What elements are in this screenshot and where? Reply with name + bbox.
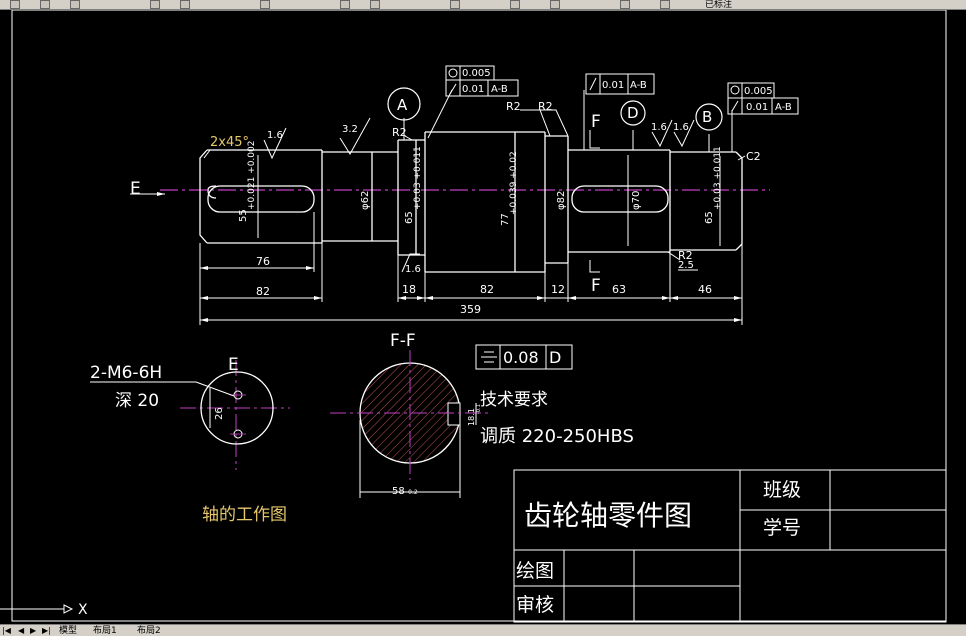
dim-text: 359 (460, 303, 481, 316)
dim-text: 82 (256, 285, 270, 298)
gdt-symmetry-value: 0.08 (503, 348, 539, 367)
zoom-icon[interactable] (370, 0, 380, 9)
tech-req-hardness: 调质 220-250HBS (480, 426, 634, 447)
copy-icon[interactable] (180, 0, 190, 9)
drawing-title: 齿轮轴零件图 (524, 499, 692, 532)
drawing-canvas[interactable]: A D B 1.6 3.2 1.6 1.6 1.6 2x45° R2 R2 R2… (0, 9, 966, 623)
radius-label: R2 (392, 126, 407, 139)
table-class: 班级 (763, 479, 801, 501)
view-e-label: E (130, 179, 141, 199)
gdt-tolerance: 0.005 (744, 86, 773, 97)
dim-tolerance: +0.021 +0.002 (247, 141, 257, 210)
chamfer-c2-label: C2 (746, 150, 761, 163)
gdt-datum-ref: A-B (491, 84, 508, 95)
roughness-label: 1.6 (267, 130, 283, 141)
work-drawing-caption: 轴的工作图 (202, 505, 287, 525)
dim-text: 55 (238, 209, 249, 222)
gdt-datum-ref: A-B (775, 102, 792, 113)
dim-text: φ82 (556, 191, 567, 210)
ucs-icon (0, 604, 74, 614)
dim-text: 76 (256, 255, 270, 268)
datum-a: A (397, 96, 408, 114)
open-file-icon[interactable] (40, 0, 50, 9)
layer-icon[interactable] (620, 0, 630, 9)
roughness-label: 3.2 (342, 124, 358, 135)
dim-tolerance: -0.2 (406, 489, 418, 496)
roughness-label: 1.6 (651, 122, 667, 133)
dim-text: 46 (698, 283, 712, 296)
dim-tolerance: +0.039 +0.02 (509, 151, 519, 215)
gdt-datum-ref: A-B (630, 80, 647, 91)
radius-label: R2 (538, 100, 553, 113)
gdt-symmetry-datum: D (549, 348, 561, 367)
roughness-symbols (263, 117, 695, 273)
section-view-ff: 58 -0.2 18.1 -0.1 F-F 0.08 D (330, 331, 573, 498)
dim-text: 12 (551, 283, 565, 296)
section-title: F-F (390, 331, 416, 351)
gdt-tolerance: 0.005 (462, 68, 491, 79)
properties-icon[interactable] (510, 0, 520, 9)
dim-text: 58 (392, 486, 405, 497)
table-student-no: 学号 (763, 517, 801, 539)
drawing-svg: A D B 1.6 3.2 1.6 1.6 1.6 2x45° R2 R2 R2… (0, 9, 947, 623)
dim-text: 82 (480, 283, 494, 296)
table-checked: 审核 (516, 594, 554, 616)
thread-note: 2-M6-6H (90, 363, 162, 383)
new-file-icon[interactable] (10, 0, 20, 9)
dim-text: 65 (704, 211, 715, 224)
dim-text: 63 (612, 283, 626, 296)
gdt-tolerance: 0.01 (602, 80, 624, 91)
dim-text: 18.1 (467, 408, 476, 426)
dim-text: 18 (402, 283, 416, 296)
layer-name-label[interactable]: 已标注 (705, 0, 732, 9)
gdt-tolerance: 0.01 (462, 84, 484, 95)
ucs-axis-label: X (78, 602, 88, 618)
dim-text: 65 (404, 211, 415, 224)
dim-tolerance: +0.03 +0.011 (713, 146, 723, 210)
thread-depth: 深 20 (115, 391, 159, 411)
datum-b: B (702, 108, 712, 126)
section-f-label: F (591, 112, 601, 132)
table-drawn: 绘图 (516, 560, 554, 582)
dim-text: 2.5 (678, 260, 694, 271)
dim-text: φ70 (631, 191, 642, 210)
dim-text: φ62 (360, 191, 371, 210)
dim-text: 26 (214, 407, 225, 420)
text-style-icon[interactable] (450, 0, 460, 9)
gdt-tolerance: 0.01 (746, 102, 768, 113)
toolbar: 已标注 (0, 0, 966, 10)
cut-icon[interactable] (150, 0, 160, 9)
title-block (513, 469, 947, 623)
view-e-title: E (228, 355, 239, 375)
layer-state-icon[interactable] (660, 0, 670, 9)
pan-icon[interactable] (340, 0, 350, 9)
section-f-label: F (591, 276, 601, 296)
roughness-label: 1.6 (405, 264, 421, 275)
tech-req-title: 技术要求 (480, 390, 548, 410)
roughness-label: 1.6 (673, 122, 689, 133)
radius-label: R2 (506, 100, 521, 113)
calculator-icon[interactable] (550, 0, 560, 9)
dim-tolerance: +0.03 +0.011 (413, 146, 423, 210)
save-icon[interactable] (70, 0, 80, 9)
model-tab-bar: |◀ ◀ ▶ ▶| 模型 布局1 布局2 (0, 624, 966, 636)
undo-icon[interactable] (260, 0, 270, 9)
datum-d: D (627, 104, 639, 122)
chamfer-label: 2x45° (210, 135, 249, 150)
datum-circles (387, 87, 723, 131)
